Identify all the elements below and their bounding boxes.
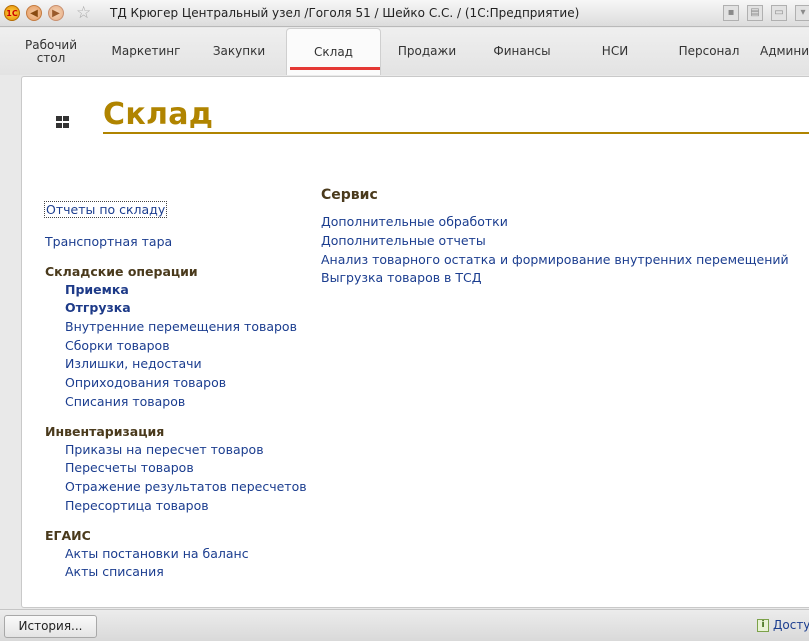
tab-marketing[interactable]: Маркетинг <box>106 28 186 75</box>
link-assemblies[interactable]: Сборки товаров <box>65 338 170 353</box>
title-bar: 1С ◀ ▶ ☆ ТД Крюгер Центральный узел /Гог… <box>0 0 809 27</box>
window-menu-icon[interactable]: ▾ <box>795 5 809 21</box>
link-recount-orders[interactable]: Приказы на пересчет товаров <box>65 442 264 457</box>
page-title: Склад <box>103 97 214 132</box>
favorite-star-icon[interactable]: ☆ <box>76 3 91 23</box>
link-recount-results[interactable]: Отражение результатов пересчетов <box>65 479 307 494</box>
service-title: Сервис <box>321 187 378 203</box>
link-write-offs[interactable]: Списания товаров <box>65 394 185 409</box>
tab-administration[interactable]: Админис <box>760 28 809 75</box>
tab-nsi[interactable]: НСИ <box>590 28 640 75</box>
history-button[interactable]: История... <box>4 615 97 638</box>
access-link[interactable]: Доступ <box>773 618 809 632</box>
link-extra-processing[interactable]: Дополнительные обработки <box>321 214 508 229</box>
main-panel: Склад Отчеты по складу Транспортная тара… <box>21 76 809 608</box>
link-export-tsd[interactable]: Выгрузка товаров в ТСД <box>321 270 482 285</box>
link-recounts[interactable]: Пересчеты товаров <box>65 460 194 475</box>
link-capitalizations[interactable]: Оприходования товаров <box>65 375 226 390</box>
link-write-off-acts[interactable]: Акты списания <box>65 564 164 579</box>
group-title-egais: ЕГАИС <box>45 528 91 543</box>
info-icon: i <box>757 619 769 632</box>
forward-icon[interactable]: ▶ <box>48 5 64 21</box>
transport-container-link[interactable]: Транспортная тара <box>45 234 172 249</box>
tab-desktop[interactable]: Рабочий стол <box>18 28 84 75</box>
link-regrading[interactable]: Пересортица товаров <box>65 498 209 513</box>
print-icon[interactable]: ▤ <box>747 5 763 21</box>
grid-icon[interactable] <box>56 116 69 129</box>
link-internal-transfers[interactable]: Внутренние перемещения товаров <box>65 319 297 334</box>
link-extra-reports[interactable]: Дополнительные отчеты <box>321 233 486 248</box>
copy-icon[interactable]: ▭ <box>771 5 787 21</box>
app-logo-icon[interactable]: 1С <box>4 5 20 21</box>
link-shipment[interactable]: Отгрузка <box>65 300 131 315</box>
link-surplus-shortage[interactable]: Излишки, недостачи <box>65 356 202 371</box>
tab-sales[interactable]: Продажи <box>394 28 460 75</box>
tab-personnel[interactable]: Персонал <box>672 28 746 75</box>
section-panel: Рабочий стол Маркетинг Закупки Склад Про… <box>0 28 809 75</box>
save-icon[interactable]: ▪ <box>723 5 739 21</box>
title-underline <box>103 132 809 134</box>
active-tab-indicator <box>290 67 380 70</box>
link-receiving[interactable]: Приемка <box>65 282 129 297</box>
link-balance-acts[interactable]: Акты постановки на баланс <box>65 546 249 561</box>
back-icon[interactable]: ◀ <box>26 5 42 21</box>
link-stock-analysis[interactable]: Анализ товарного остатка и формирование … <box>321 252 789 267</box>
status-bar: История... i Доступ <box>0 609 809 641</box>
group-title-warehouse-ops: Складские операции <box>45 264 198 279</box>
tab-finance[interactable]: Финансы <box>486 28 558 75</box>
tab-purchases[interactable]: Закупки <box>206 28 272 75</box>
reports-link[interactable]: Отчеты по складу <box>44 201 168 218</box>
group-title-inventory: Инвентаризация <box>45 424 165 439</box>
window-title: ТД Крюгер Центральный узел /Гоголя 51 / … <box>110 6 580 20</box>
